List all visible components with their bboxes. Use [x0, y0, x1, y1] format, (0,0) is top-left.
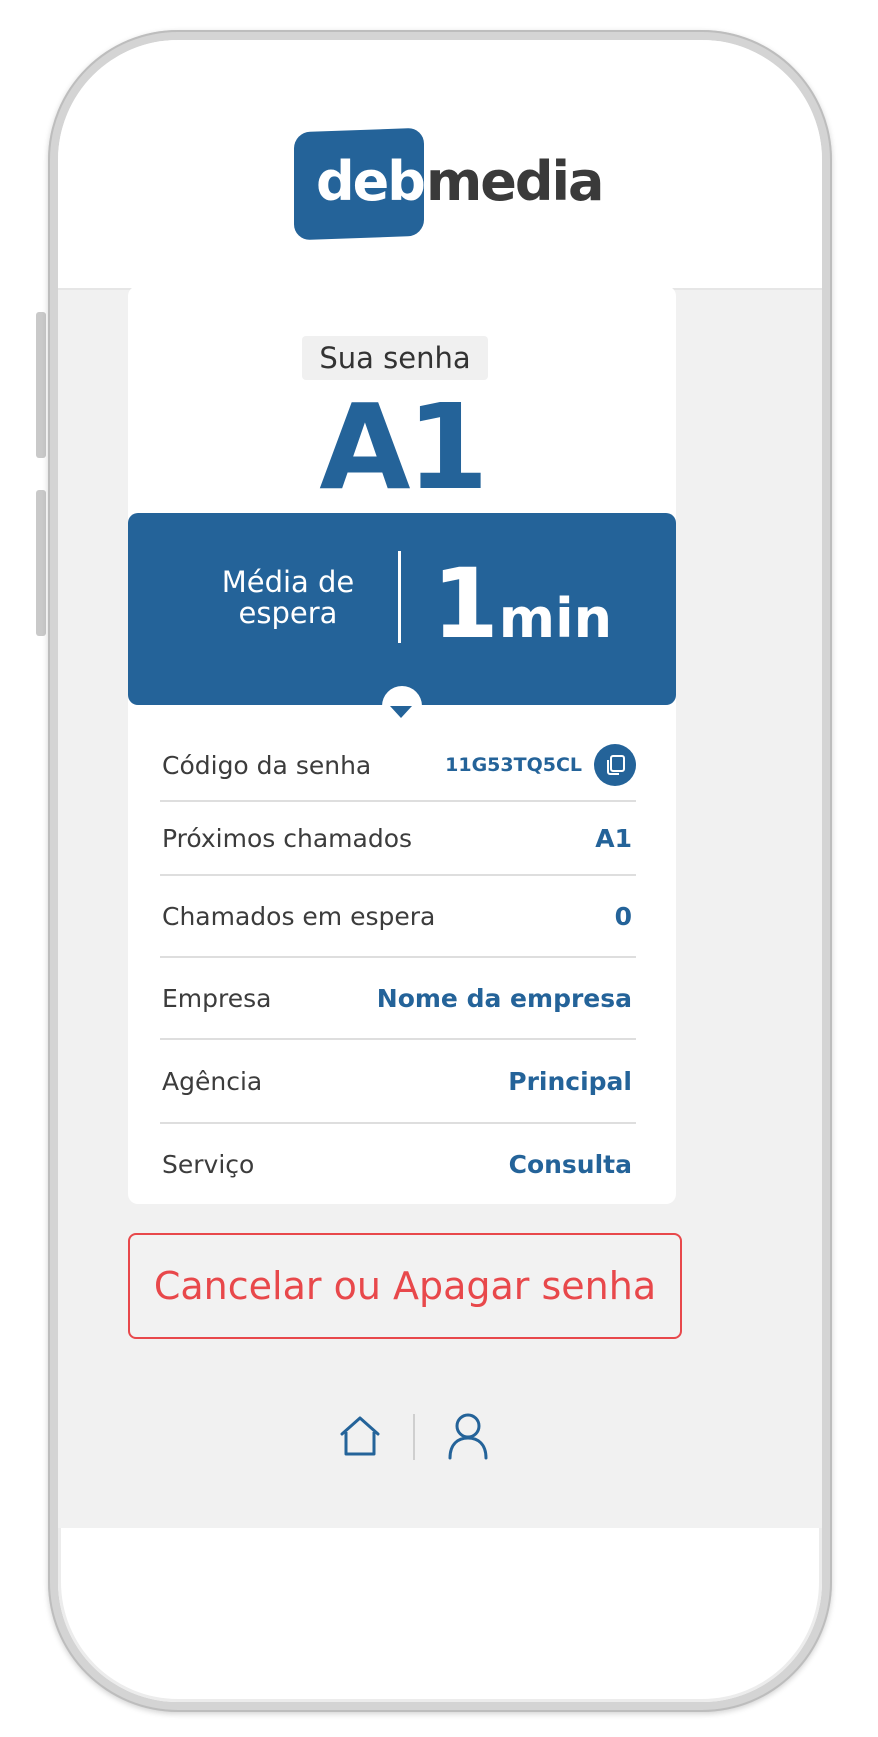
- detail-row-next: Próximos chamados A1: [160, 802, 636, 876]
- detail-row-agency: Agência Principal: [160, 1040, 636, 1124]
- detail-label: Serviço: [162, 1149, 255, 1179]
- app-header: deb media: [58, 40, 822, 290]
- nav-home-button[interactable]: [336, 1412, 388, 1464]
- caret-down-icon: [390, 706, 412, 718]
- device-side-button-lower: [36, 490, 46, 636]
- detail-label: Próximos chamados: [162, 823, 413, 853]
- copy-button[interactable]: [594, 744, 636, 786]
- wait-unit: min: [498, 587, 613, 650]
- bottom-nav: [60, 1362, 740, 1363]
- copy-icon: [607, 755, 625, 775]
- average-wait-label-line1: Média de: [221, 565, 355, 599]
- ticket-code: A1: [319, 378, 488, 516]
- detail-row-company: Empresa Nome da empresa: [160, 958, 636, 1040]
- ticket-details-list: Código da senha 11G53TQ5CL Próximos cham…: [160, 730, 636, 1204]
- detail-value: 0: [614, 901, 632, 931]
- cancel-ticket-button[interactable]: Cancelar ou Apagar senha: [128, 1233, 682, 1339]
- wait-number: 1: [432, 548, 499, 660]
- detail-row-waiting: Chamados em espera 0: [160, 876, 636, 958]
- detail-label: Código da senha: [162, 750, 372, 780]
- ticket-label: Sua senha: [302, 336, 488, 380]
- device-side-button-upper: [36, 312, 46, 458]
- detail-label: Empresa: [162, 983, 272, 1013]
- nav-separator: [413, 1414, 415, 1460]
- average-wait-label: Média de espera: [196, 567, 380, 629]
- detail-value: Principal: [508, 1066, 632, 1096]
- detail-label: Chamados em espera: [162, 901, 436, 931]
- detail-row-service: Serviço Consulta: [160, 1124, 636, 1204]
- average-wait-value: 1min: [432, 548, 612, 660]
- detail-value: Nome da empresa: [376, 983, 632, 1013]
- detail-value: A1: [595, 823, 632, 853]
- home-icon: [340, 1416, 380, 1456]
- user-icon: [448, 1413, 488, 1460]
- debmedia-logo: deb media: [294, 127, 604, 242]
- logo-text-deb: deb: [316, 150, 426, 213]
- detail-label: Agência: [162, 1066, 263, 1096]
- code-value-group: 11G53TQ5CL: [445, 744, 636, 786]
- logo-text-media: media: [426, 150, 604, 213]
- detail-row-code: Código da senha 11G53TQ5CL: [160, 730, 636, 802]
- average-wait-label-line2: espera: [238, 596, 338, 630]
- detail-value: Consulta: [508, 1149, 632, 1179]
- ticket-code-value: 11G53TQ5CL: [445, 754, 582, 776]
- wait-divider: [398, 551, 401, 643]
- nav-profile-button[interactable]: [444, 1410, 496, 1464]
